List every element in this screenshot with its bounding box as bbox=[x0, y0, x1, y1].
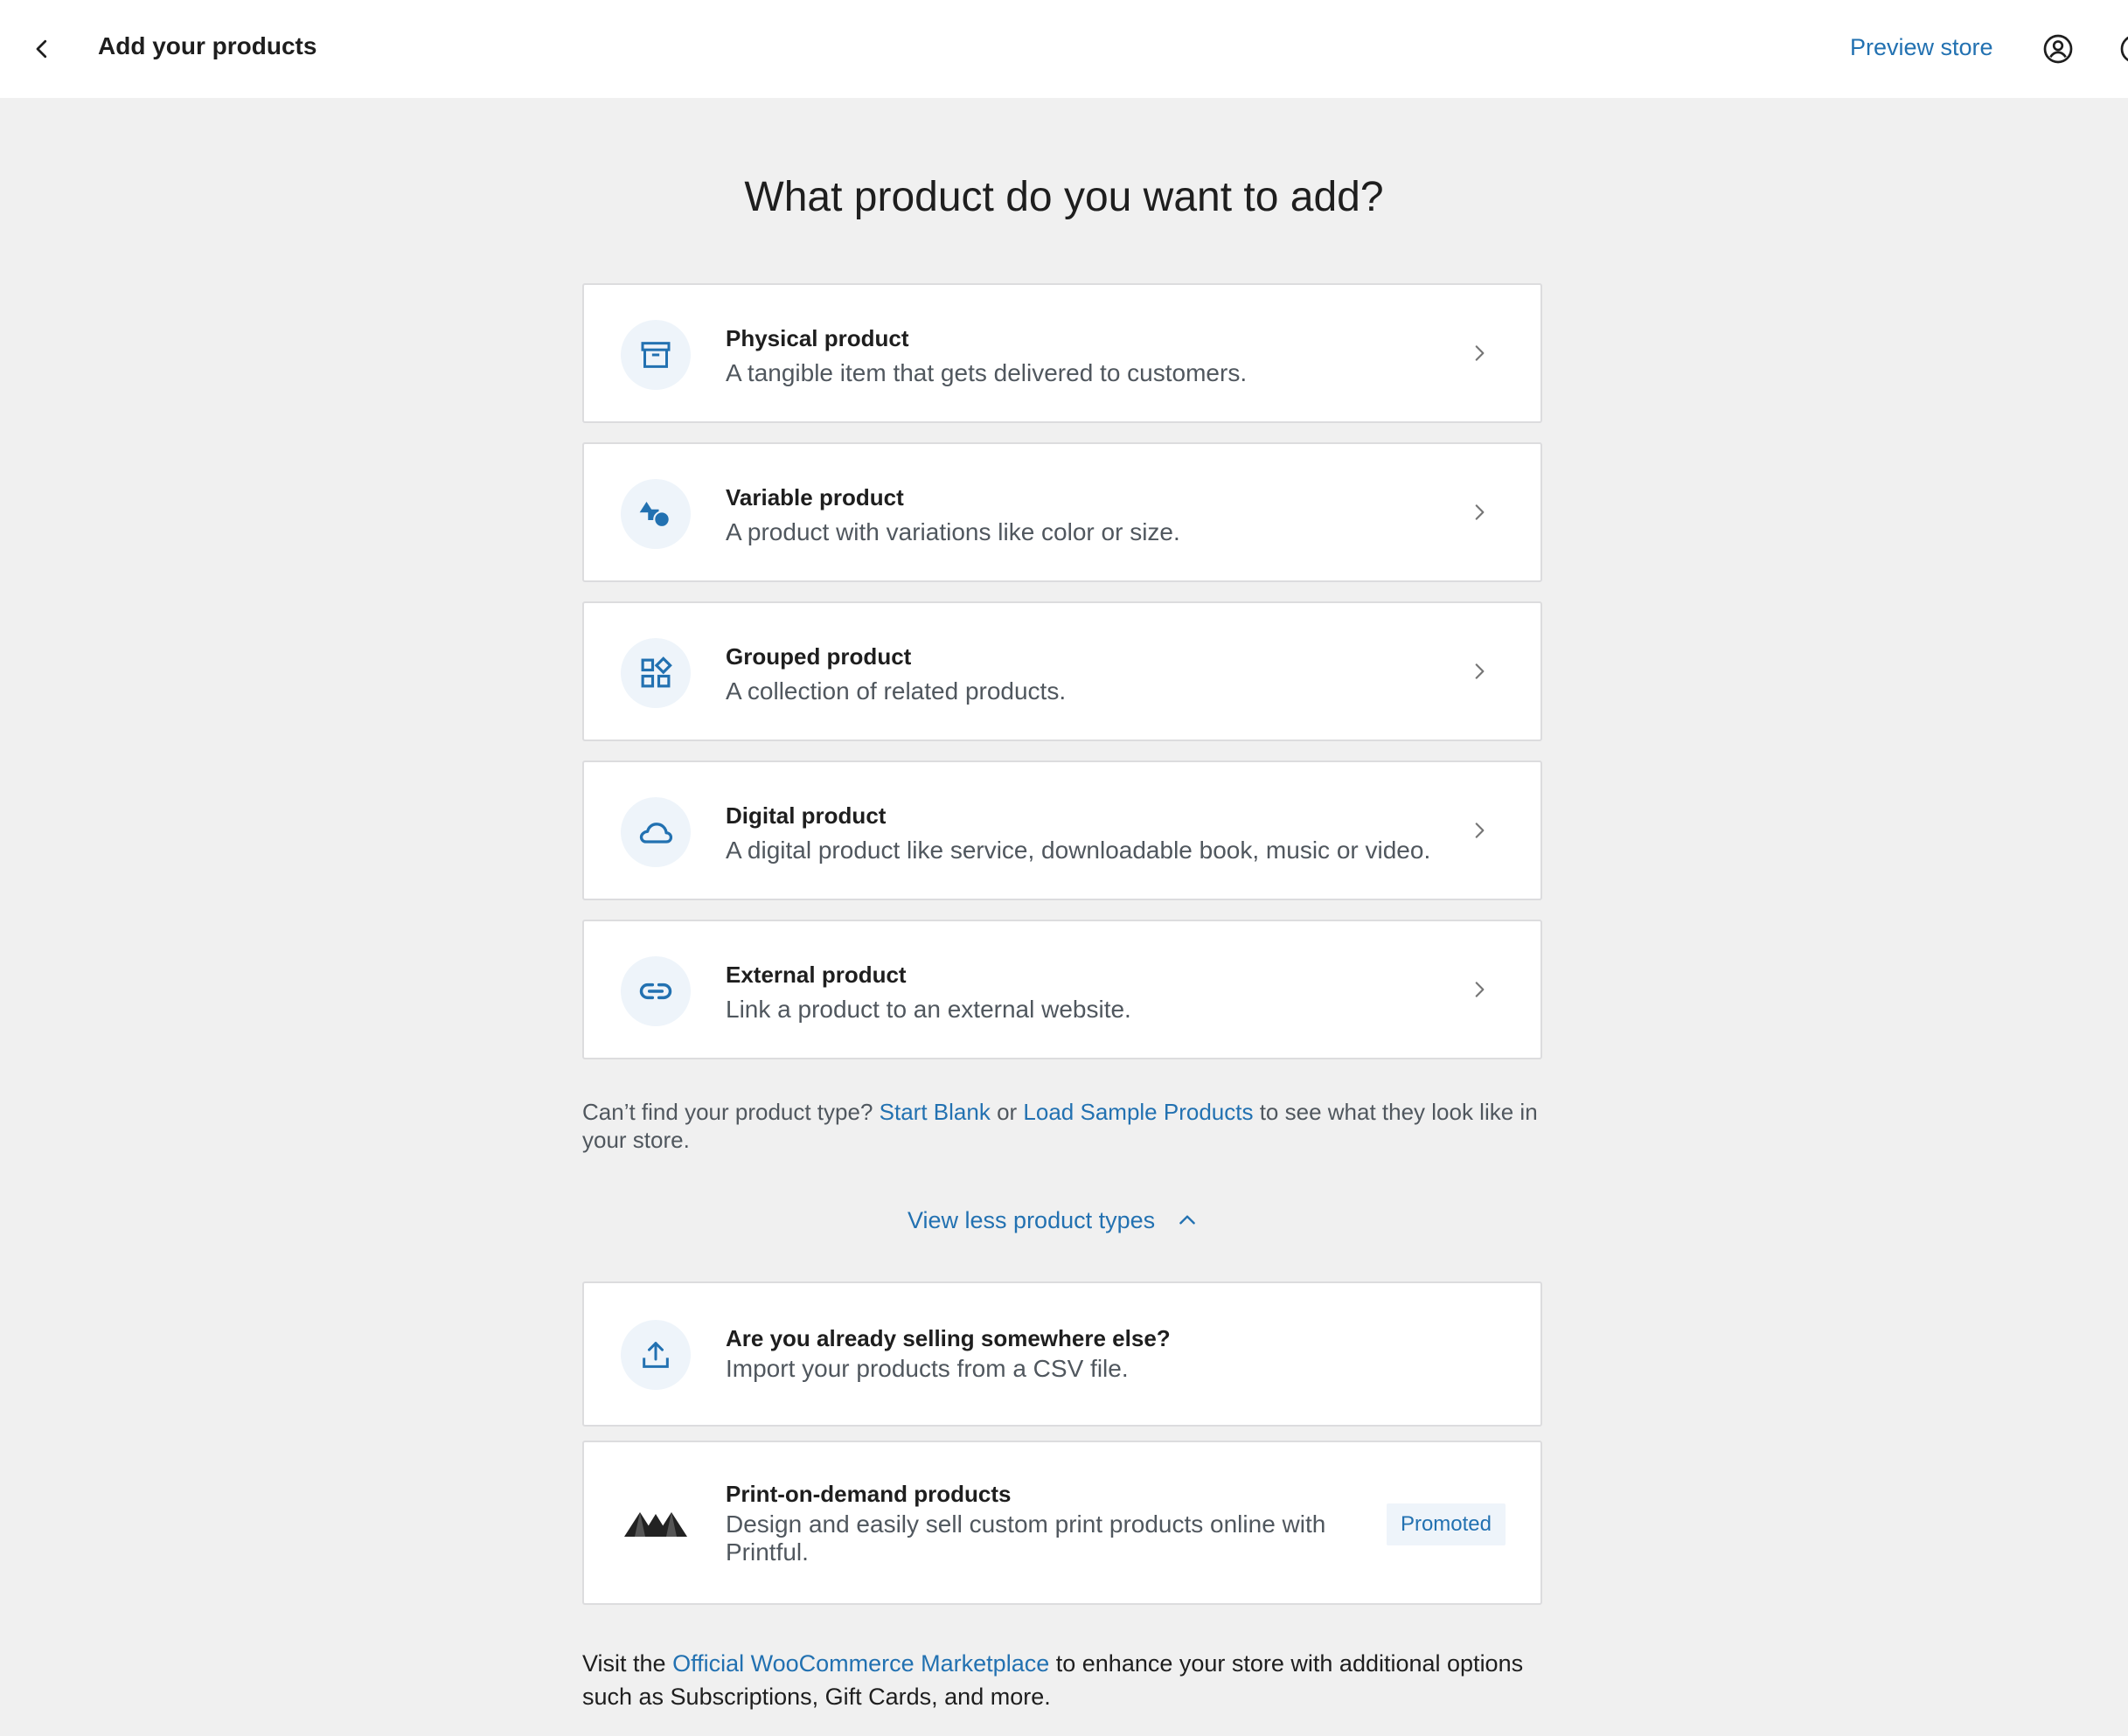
grid-icon bbox=[621, 638, 691, 708]
card-title: Physical product bbox=[726, 325, 909, 351]
product-type-physical[interactable]: Physical product A tangible item that ge… bbox=[582, 283, 1542, 423]
back-button[interactable] bbox=[19, 26, 65, 72]
product-type-grouped[interactable]: Grouped product A collection of related … bbox=[582, 601, 1542, 741]
top-bar: Add your products Preview store bbox=[0, 0, 2128, 98]
load-sample-products-link[interactable]: Load Sample Products bbox=[1023, 1099, 1253, 1125]
woocommerce-marketplace-link[interactable]: Official WooCommerce Marketplace bbox=[672, 1650, 1049, 1677]
page-title: Add your products bbox=[98, 32, 317, 59]
chevron-left-icon bbox=[36, 39, 47, 59]
help-button[interactable] bbox=[2119, 26, 2128, 72]
card-description: A product with variations like color or … bbox=[726, 518, 1180, 545]
product-type-digital[interactable]: Digital product A digital product like s… bbox=[582, 760, 1542, 900]
cant-find-text: Can’t find your product type? Start Blan… bbox=[582, 1098, 1542, 1154]
card-title: External product bbox=[726, 962, 907, 988]
chevron-right-icon bbox=[1462, 972, 1497, 1007]
card-title: Variable product bbox=[726, 484, 904, 510]
card-title: Digital product bbox=[726, 802, 887, 829]
marketplace-prefix: Visit the bbox=[582, 1650, 666, 1677]
chevron-right-icon bbox=[1462, 336, 1497, 371]
start-blank-link[interactable]: Start Blank bbox=[880, 1099, 991, 1125]
chevron-right-icon bbox=[1462, 654, 1497, 689]
import-products-card[interactable]: Are you already selling somewhere else? … bbox=[582, 1281, 1542, 1427]
marketplace-note: Visit the Official WooCommerce Marketpla… bbox=[582, 1647, 1553, 1713]
link-icon bbox=[621, 956, 691, 1026]
card-title: Print-on-demand products bbox=[726, 1481, 1012, 1507]
card-title: Are you already selling somewhere else? bbox=[726, 1325, 1171, 1351]
main-heading: What product do you want to add? bbox=[744, 174, 1384, 220]
card-description: A tangible item that gets delivered to c… bbox=[726, 359, 1248, 386]
cloud-icon bbox=[621, 797, 691, 867]
user-circle-icon bbox=[2043, 34, 2073, 64]
view-less-label: View less product types bbox=[908, 1206, 1156, 1233]
product-type-variable[interactable]: Variable product A product with variatio… bbox=[582, 442, 1542, 582]
preview-store-link[interactable]: Preview store bbox=[1850, 30, 1993, 65]
chevron-right-icon bbox=[1462, 813, 1497, 848]
print-on-demand-card[interactable]: Print-on-demand products Design and easi… bbox=[582, 1441, 1542, 1605]
shapes-icon bbox=[621, 479, 691, 549]
chevron-up-icon bbox=[1176, 1209, 1199, 1232]
cant-find-prefix: Can’t find your product type? bbox=[582, 1099, 873, 1125]
printful-logo bbox=[622, 1503, 689, 1544]
card-title: Grouped product bbox=[726, 643, 912, 670]
account-button[interactable] bbox=[2035, 26, 2081, 72]
promoted-badge: Promoted bbox=[1386, 1503, 1506, 1545]
upload-icon bbox=[621, 1320, 691, 1390]
card-description: A digital product like service, download… bbox=[726, 837, 1431, 864]
card-description: A collection of related products. bbox=[726, 677, 1067, 705]
product-type-external[interactable]: External product Link a product to an ex… bbox=[582, 920, 1542, 1059]
card-description: Import your products from a CSV file. bbox=[726, 1355, 1129, 1382]
chevron-right-icon bbox=[1462, 495, 1497, 530]
view-less-product-types-button[interactable]: View less product types bbox=[908, 1203, 1199, 1238]
card-description: Link a product to an external website. bbox=[726, 996, 1131, 1023]
help-circle-icon bbox=[2120, 36, 2128, 62]
card-description: Design and easily sell custom print prod… bbox=[726, 1510, 1326, 1566]
cant-find-or: or bbox=[997, 1099, 1018, 1125]
archive-box-icon bbox=[621, 320, 691, 390]
